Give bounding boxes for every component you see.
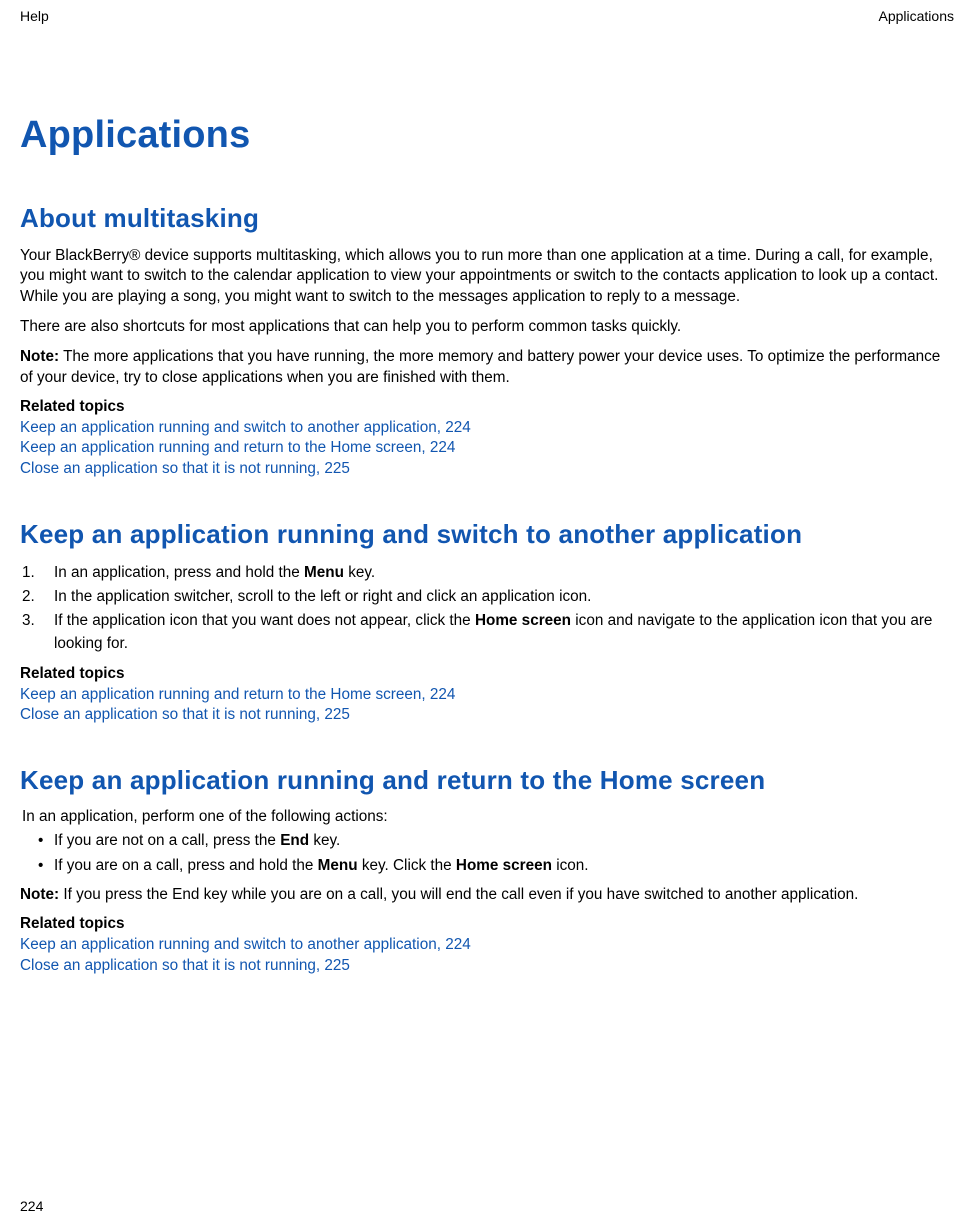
link-close-app[interactable]: Close an application so that it is not r… (20, 459, 350, 479)
bullet-bold: Menu (318, 857, 358, 874)
about-note: Note: The more applications that you hav… (20, 347, 954, 388)
related-topics-label: Related topics (20, 398, 954, 416)
bullet-text: If you are not on a call, press the (54, 832, 280, 849)
section-heading-home: Keep an application running and return t… (20, 765, 954, 796)
header-right: Applications (879, 8, 955, 24)
home-bullet-2: If you are on a call, press and hold the… (20, 855, 954, 877)
step-text: key. (344, 564, 375, 581)
switch-step-2: In the application switcher, scroll to t… (20, 586, 954, 608)
header-left: Help (20, 8, 49, 24)
about-paragraph-2: There are also shortcuts for most applic… (20, 317, 954, 337)
link-return-home[interactable]: Keep an application running and return t… (20, 685, 455, 705)
switch-step-1: In an application, press and hold the Me… (20, 562, 954, 584)
link-close-app[interactable]: Close an application so that it is not r… (20, 956, 350, 976)
note-body: The more applications that you have runn… (20, 348, 940, 385)
switch-step-3: If the application icon that you want do… (20, 610, 954, 654)
home-bullets: If you are not on a call, press the End … (20, 830, 954, 876)
related-topics-label: Related topics (20, 915, 954, 933)
page-number: 224 (20, 1198, 43, 1214)
document-page: Help Applications Applications About mul… (0, 0, 974, 1228)
home-bullet-1: If you are not on a call, press the End … (20, 830, 954, 852)
related-topics-label: Related topics (20, 665, 954, 683)
page-header: Help Applications (20, 8, 954, 24)
bullet-text: key. Click the (358, 857, 456, 874)
link-return-home[interactable]: Keep an application running and return t… (20, 438, 455, 458)
step-text: In an application, press and hold the (54, 564, 304, 581)
link-switch-app[interactable]: Keep an application running and switch t… (20, 418, 471, 438)
link-switch-app[interactable]: Keep an application running and switch t… (20, 935, 471, 955)
section-heading-about: About multitasking (20, 203, 954, 234)
bullet-text: icon. (552, 857, 589, 874)
about-paragraph-1: Your BlackBerry® device supports multita… (20, 246, 954, 307)
step-bold: Home screen (475, 612, 571, 629)
bullet-bold: Home screen (456, 857, 552, 874)
switch-steps: In an application, press and hold the Me… (20, 562, 954, 655)
section-heading-switch: Keep an application running and switch t… (20, 519, 954, 550)
step-text: If the application icon that you want do… (54, 612, 475, 629)
note-body: If you press the End key while you are o… (59, 886, 858, 903)
bullet-bold: End (280, 832, 309, 849)
home-note: Note: If you press the End key while you… (20, 885, 954, 905)
page-title: Applications (20, 114, 954, 157)
note-label: Note: (20, 348, 59, 365)
bullet-text: If you are on a call, press and hold the (54, 857, 318, 874)
bullet-text: key. (309, 832, 340, 849)
link-close-app[interactable]: Close an application so that it is not r… (20, 705, 350, 725)
step-bold: Menu (304, 564, 344, 581)
note-label: Note: (20, 886, 59, 903)
home-intro: In an application, perform one of the fo… (22, 808, 954, 826)
